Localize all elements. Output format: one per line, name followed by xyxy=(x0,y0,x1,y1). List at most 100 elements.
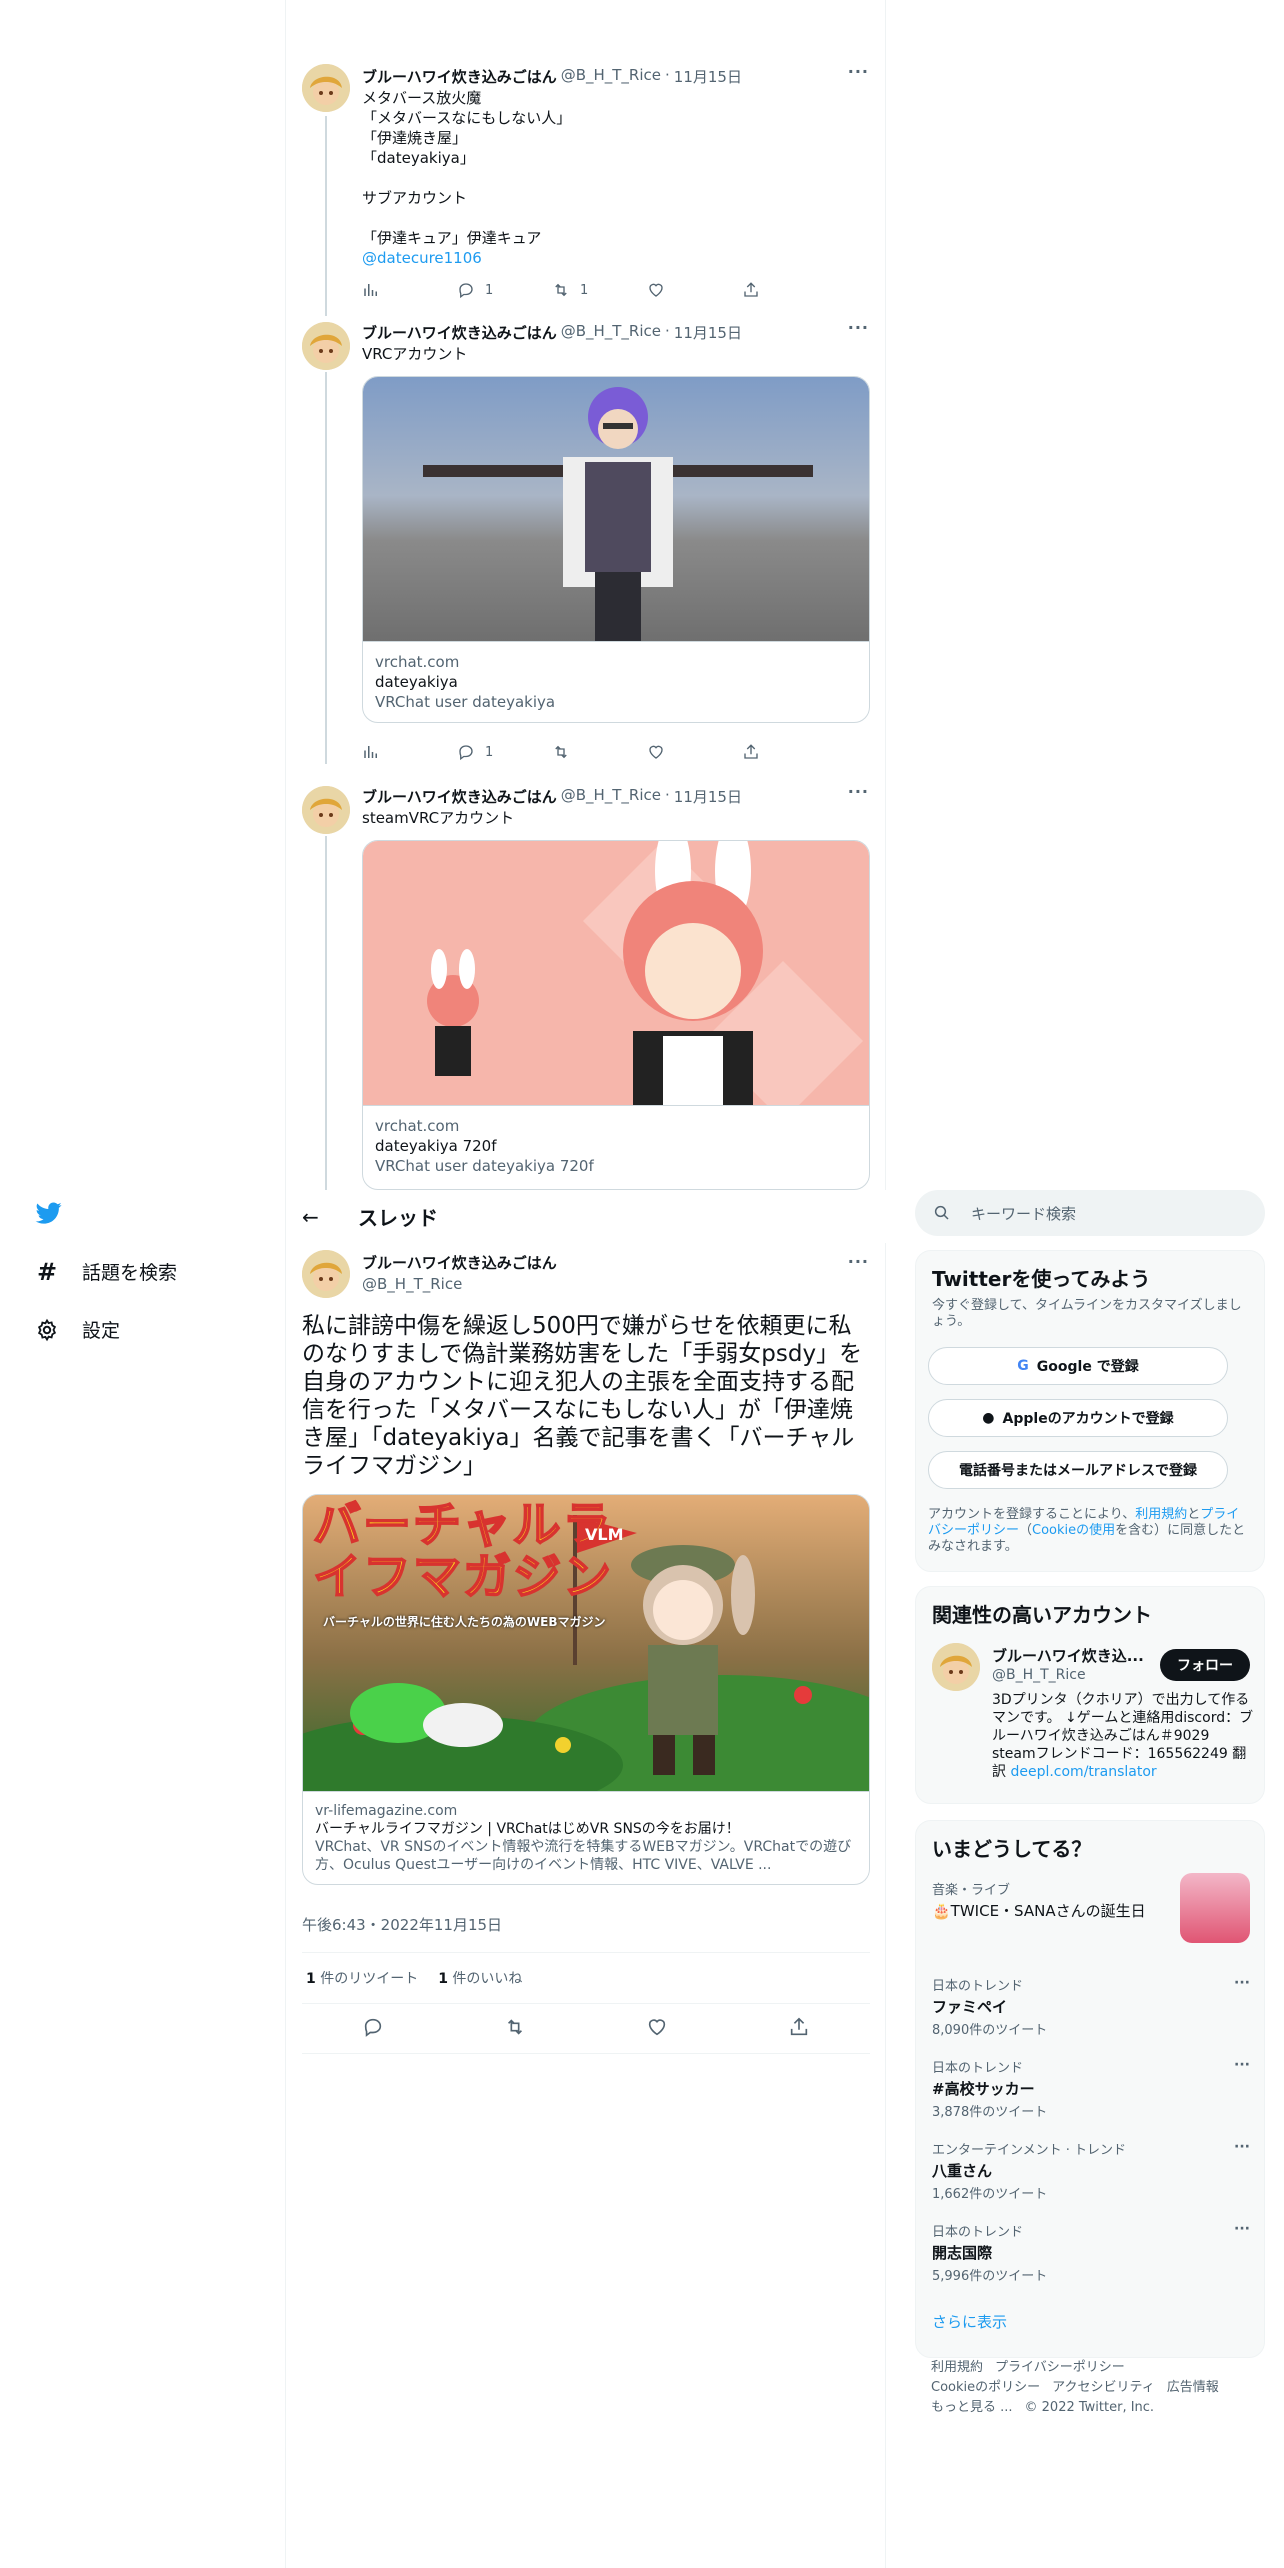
google-signup-button[interactable]: G Google で登録 xyxy=(928,1347,1228,1385)
link-card[interactable]: vrchat.com dateyakiya VRChat user dateya… xyxy=(362,376,870,723)
trend-thumbnail xyxy=(1180,1873,1250,1943)
more-icon[interactable]: ··· xyxy=(848,62,869,81)
footer-link[interactable]: もっと見る ... xyxy=(931,2400,1013,2415)
more-icon[interactable]: ··· xyxy=(1234,2221,1250,2237)
tweet-date[interactable]: 11月15日 xyxy=(674,66,742,87)
more-icon[interactable]: ··· xyxy=(1234,2139,1250,2155)
signup-legal: アカウントを登録することにより、利用規約とプライバシーポリシー（Cookieの使… xyxy=(928,1507,1246,1554)
terms-link[interactable]: 利用規約 xyxy=(1135,1507,1187,1522)
tweet-handle[interactable]: @B_H_T_Rice xyxy=(561,66,661,87)
card-description: VRChat user dateyakiya xyxy=(375,693,556,711)
mention-link[interactable]: @datecure1106 xyxy=(362,248,870,268)
retweet-count[interactable]: 1 件のリツイート xyxy=(306,1968,418,1988)
tweet-actions: 1 xyxy=(362,742,802,762)
share-icon xyxy=(744,744,758,759)
like-button[interactable] xyxy=(647,742,707,762)
tweet-author-name[interactable]: ブルーハワイ炊き込みごはん xyxy=(362,322,557,343)
reply-button[interactable]: 1 xyxy=(457,742,517,762)
tweet-text: VRCアカウント xyxy=(362,345,468,363)
related-title: 関連性の高いアカウント xyxy=(932,1603,1152,1627)
nav-settings[interactable]: 設定 xyxy=(34,1316,120,1343)
avatar[interactable] xyxy=(302,64,350,112)
main-link-card[interactable]: バーチャルライフマガジン バーチャルの世界に住む人たちの為のWEBマガジン VL… xyxy=(302,1494,870,1885)
footer-link[interactable]: 利用規約 xyxy=(931,2360,983,2375)
link-card[interactable]: vrchat.com dateyakiya 720f VRChat user d… xyxy=(362,840,870,1190)
share-button[interactable] xyxy=(742,280,802,300)
retweet-icon xyxy=(555,745,567,759)
tweet-text: メタバース放火魔 「メタバースなにもしない人」 「伊達焼き屋」 「dateyak… xyxy=(362,89,572,247)
like-count[interactable]: 1 件のいいね xyxy=(438,1968,522,1988)
avatar[interactable] xyxy=(302,786,350,834)
main-tweet-actions xyxy=(302,2004,870,2054)
card-domain: vrchat.com xyxy=(375,653,460,671)
footer-link[interactable]: 広告情報 xyxy=(1167,2380,1219,2395)
reply-button[interactable]: 1 xyxy=(457,280,517,300)
cookie-link[interactable]: Cookieの使用 xyxy=(1032,1523,1115,1538)
footer-link[interactable]: プライバシーポリシー xyxy=(995,2360,1125,2375)
main-tweet-author: ブルーハワイ炊き込みごはん @B_H_T_Rice xyxy=(362,1252,557,1293)
trend-featured[interactable]: 音楽・ライブ 🎂TWICE・SANAさんの誕生日 xyxy=(932,1873,1250,1943)
trend-item[interactable]: 日本のトレンド ファミペイ 8,090件のツイート ··· xyxy=(932,1975,1250,2038)
phone-email-signup-button[interactable]: 電話番号またはメールアドレスで登録 xyxy=(928,1451,1228,1489)
hashtag-icon: # xyxy=(36,1257,58,1286)
heart-icon xyxy=(648,2018,666,2035)
back-arrow-icon[interactable]: ← xyxy=(302,1205,319,1229)
related-account-bio: 3Dプリンタ（クホリア）で出力して作るマンです。 ↓ゲームと連絡用discord… xyxy=(992,1692,1254,1780)
footer-link[interactable]: アクセシビリティ xyxy=(1052,2380,1155,2395)
tweet-stats: 1 件のリツイート 1 件のいいね xyxy=(302,1952,870,2004)
page-title: スレッド xyxy=(358,1206,438,1230)
tweet-handle[interactable]: @B_H_T_Rice xyxy=(561,786,661,807)
more-icon[interactable]: ··· xyxy=(848,1252,869,1271)
trend-item[interactable]: 日本のトレンド #高校サッカー 3,878件のツイート ··· xyxy=(932,2057,1250,2120)
avatar[interactable] xyxy=(932,1643,980,1691)
trend-item[interactable]: エンターテインメント · トレンド 八重さん 1,662件のツイート ··· xyxy=(932,2139,1250,2202)
more-icon[interactable]: ··· xyxy=(1234,2057,1250,2073)
card-title: dateyakiya 720f xyxy=(375,1137,497,1155)
main-author-handle[interactable]: @B_H_T_Rice xyxy=(362,1275,557,1293)
avatar[interactable] xyxy=(302,1250,350,1298)
tweet-handle[interactable]: @B_H_T_Rice xyxy=(561,322,661,343)
tweet-date[interactable]: 11月15日 xyxy=(674,786,742,807)
more-icon[interactable]: ··· xyxy=(1234,1975,1250,1991)
card-image-title: バーチャルライフマガジン xyxy=(312,1497,614,1605)
trend-item[interactable]: 日本のトレンド 開志国際 5,996件のツイート ··· xyxy=(932,2221,1250,2284)
thread-line xyxy=(325,372,327,764)
tweet-author-name[interactable]: ブルーハワイ炊き込みごはん xyxy=(362,786,557,807)
nav-explore[interactable]: # 話題を検索 xyxy=(34,1257,178,1286)
heart-icon xyxy=(649,283,663,297)
card-image-subtitle: バーチャルの世界に住む人たちの為のWEBマガジン xyxy=(323,1615,606,1629)
like-button[interactable] xyxy=(647,280,707,300)
thread-line xyxy=(325,116,327,316)
related-account-handle[interactable]: @B_H_T_Rice xyxy=(992,1667,1086,1683)
retweet-button[interactable] xyxy=(552,742,612,762)
reply-button[interactable] xyxy=(362,2016,384,2042)
retweet-icon xyxy=(555,283,567,297)
thread-header: ← スレッド xyxy=(286,1190,886,1243)
analytics-button[interactable] xyxy=(362,280,422,300)
search-box[interactable]: キーワード検索 xyxy=(915,1190,1265,1236)
like-button[interactable] xyxy=(646,2016,668,2042)
more-icon[interactable]: ··· xyxy=(848,318,869,337)
follow-button[interactable]: フォロー xyxy=(1160,1649,1250,1681)
avatar[interactable] xyxy=(302,322,350,370)
analytics-button[interactable] xyxy=(362,742,422,762)
share-button[interactable] xyxy=(788,2016,810,2042)
apple-signup-button[interactable]: ● Appleのアカウントで登録 xyxy=(928,1399,1228,1437)
bio-link[interactable]: deepl.com/translator xyxy=(1010,1764,1156,1780)
retweet-button[interactable] xyxy=(504,2016,526,2042)
nav-explore-label: 話題を検索 xyxy=(82,1262,178,1284)
tweet-date[interactable]: 11月15日 xyxy=(674,322,742,343)
tweet-author-name[interactable]: ブルーハワイ炊き込みごはん xyxy=(362,66,557,87)
tweet-timestamp[interactable]: 午後6:43・2022年11月15日 xyxy=(302,1914,502,1935)
related-account-name[interactable]: ブルーハワイ炊き込... xyxy=(992,1645,1144,1666)
share-button[interactable] xyxy=(742,742,802,762)
more-icon[interactable]: ··· xyxy=(848,782,869,801)
footer-link[interactable]: Cookieのポリシー xyxy=(931,2380,1040,2395)
twitter-bird-icon[interactable] xyxy=(34,1200,64,1226)
show-more-link[interactable]: さらに表示 xyxy=(932,2311,1007,2332)
card-title: dateyakiya xyxy=(375,673,458,691)
share-icon xyxy=(790,2017,808,2035)
main-author-name[interactable]: ブルーハワイ炊き込みごはん xyxy=(362,1252,557,1273)
retweet-button[interactable]: 1 xyxy=(552,280,612,300)
share-icon xyxy=(744,282,758,297)
